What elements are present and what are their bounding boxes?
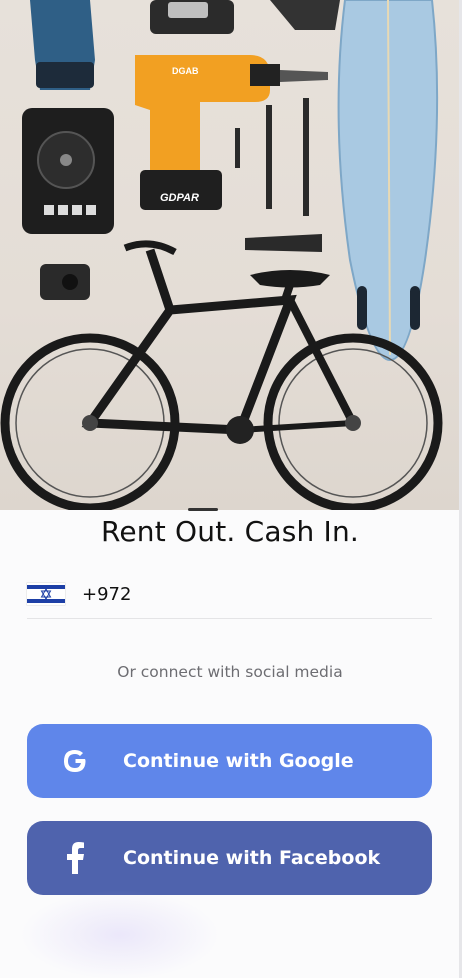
facebook-button-label: Continue with Facebook	[123, 847, 381, 869]
google-login-button[interactable]: Continue with Google	[27, 724, 432, 798]
social-caption: Or connect with social media	[117, 663, 343, 681]
drill-brand-text: DGAB	[172, 66, 199, 76]
carousel-indicator[interactable]	[188, 508, 218, 511]
facebook-icon	[27, 842, 123, 874]
battery-brand-text: GDPAR	[160, 192, 199, 204]
page-title: Rent Out. Cash In.	[100, 515, 360, 548]
background-glow	[20, 890, 220, 978]
google-button-label: Continue with Google	[123, 750, 354, 772]
facebook-login-button[interactable]: Continue with Facebook	[27, 821, 432, 895]
google-icon	[27, 747, 123, 775]
hero-illustration: GDPAR DGAB	[0, 0, 443, 510]
country-dial-code[interactable]: +972	[82, 584, 131, 605]
israel-flag-icon[interactable]	[27, 583, 65, 605]
hero-image: GDPAR DGAB	[0, 0, 460, 510]
phone-input[interactable]: +972	[27, 570, 432, 619]
